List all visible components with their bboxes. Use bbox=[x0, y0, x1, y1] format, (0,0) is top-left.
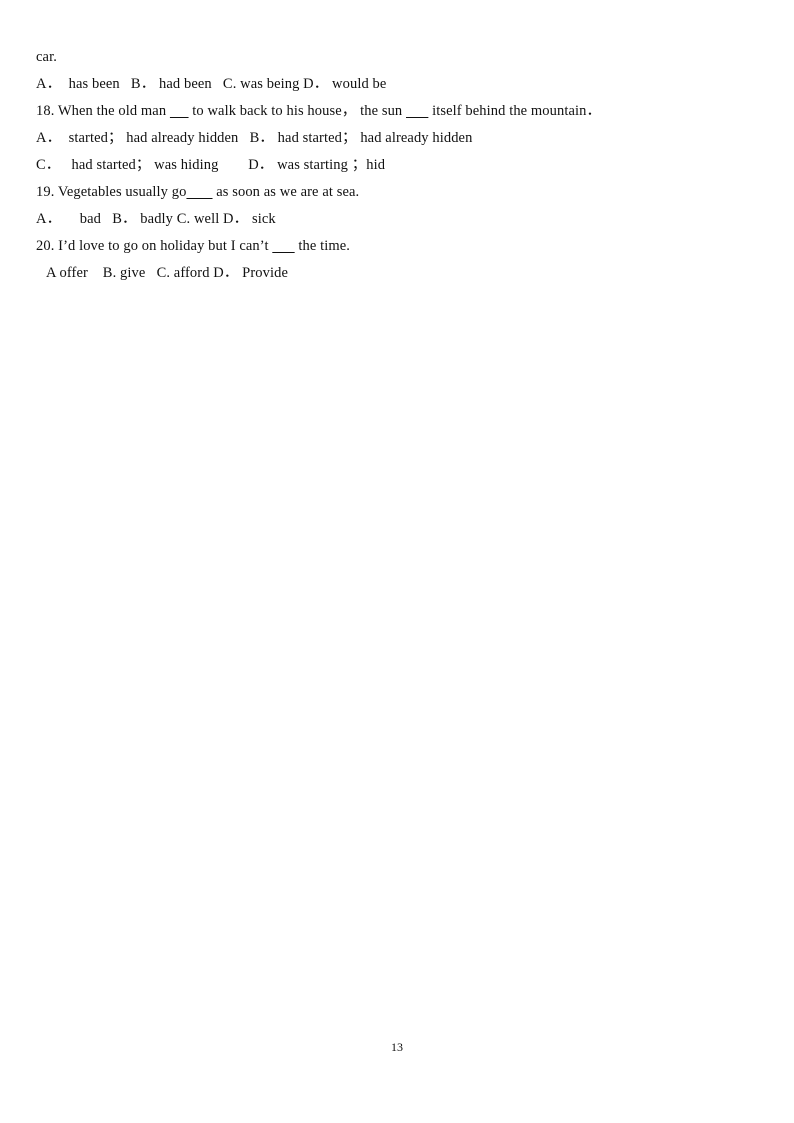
line-q20-options: A offer B. give C. afford D． Provide bbox=[36, 260, 736, 287]
text-run: as soon as we are at sea. bbox=[212, 184, 360, 200]
text-run: the time. bbox=[294, 238, 351, 254]
line-q18-options-cd: C． had started； was hiding D． was starti… bbox=[36, 152, 736, 179]
text-run: C． had started； was hiding D． was starti… bbox=[36, 157, 386, 173]
text-run: A． bad B． badly C. well D． sick bbox=[36, 211, 276, 227]
line-car: car. bbox=[36, 44, 736, 71]
text-run: 19. Vegetables usually go bbox=[36, 184, 187, 200]
text-run: car. bbox=[36, 49, 57, 65]
line-q20-stem: 20. I’d love to go on holiday but I can’… bbox=[36, 233, 736, 260]
document-body: car. A． has been B． had been C. was being… bbox=[36, 44, 736, 287]
line-q19-options: A． bad B． badly C. well D． sick bbox=[36, 206, 736, 233]
fill-in-blank bbox=[272, 238, 294, 254]
text-run: A offer B. give C. afford D． Provide bbox=[46, 265, 288, 281]
fill-in-blank bbox=[170, 103, 189, 119]
text-run: to walk back to his house， the sun bbox=[188, 103, 406, 119]
text-run: A． has been B． had been C. was being D． … bbox=[36, 76, 387, 92]
line-q18-stem: 18. When the old man to walk back to his… bbox=[36, 98, 736, 125]
fill-in-blank bbox=[406, 103, 428, 119]
text-run: itself behind the mountain． bbox=[428, 103, 602, 119]
line-q19-stem: 19. Vegetables usually go as soon as we … bbox=[36, 179, 736, 206]
document-page: car. A． has been B． had been C. was being… bbox=[0, 0, 794, 1123]
page-number: 13 bbox=[391, 1040, 403, 1054]
line-q18-options-ab: A． started； had already hidden B． had st… bbox=[36, 125, 736, 152]
text-run: A． started； had already hidden B． had st… bbox=[36, 130, 473, 146]
line-q17-options: A． has been B． had been C. was being D． … bbox=[36, 71, 736, 98]
fill-in-blank bbox=[186, 184, 212, 200]
text-run: 20. I’d love to go on holiday but I can’… bbox=[36, 238, 273, 254]
text-run: 18. When the old man bbox=[36, 103, 170, 119]
